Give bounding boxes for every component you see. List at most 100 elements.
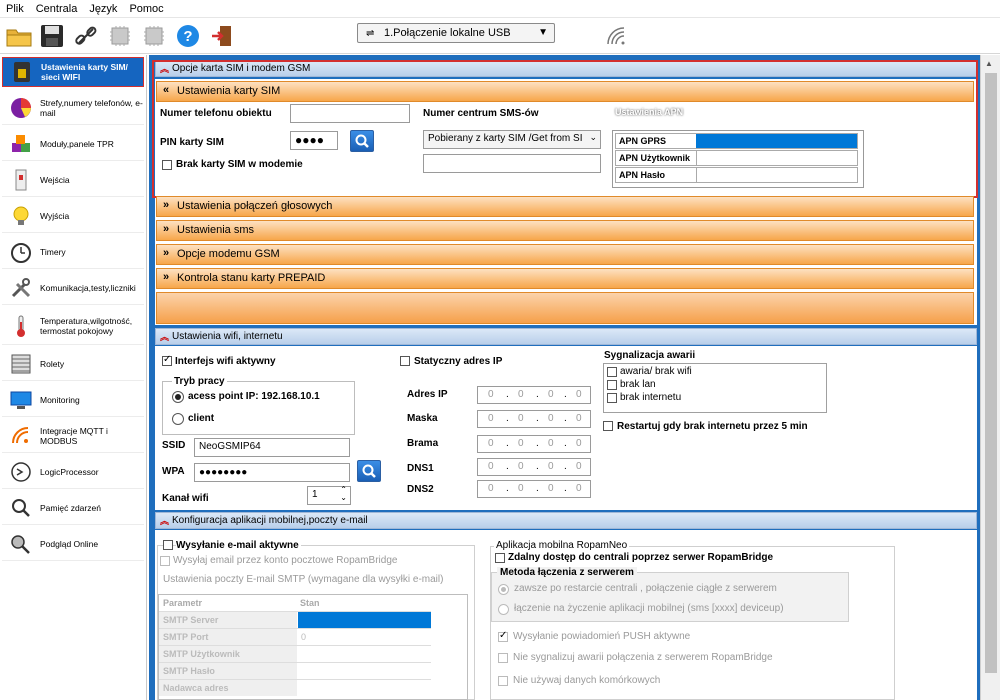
sms-center-select-value: Pobierany z karty SIM /Get from SI [428,133,583,144]
sidebar-item-integrations[interactable]: Integracje MQTT i MODBUS [2,419,144,453]
gsm-modem-bar[interactable]: » Opcje modemu GSM [156,244,974,265]
sidebar-item-temperature[interactable]: Temperatura,wilgotność, termostat pokojo… [2,307,144,345]
dns1-label: DNS1 [407,463,434,474]
static-ip-label: Statyczny adres IP [414,356,503,367]
link-icon[interactable] [72,22,100,50]
wpa-input[interactable]: ●●●●●●●● [194,463,350,482]
sidebar-item-outputs[interactable]: Wyjścia [2,199,144,233]
save-icon[interactable] [38,22,66,50]
dns1-input[interactable]: 0.0.0.0 [477,458,591,476]
menu-bar: Plik Centrala Język Pomoc [0,0,1000,18]
channel-stepper[interactable]: 1 ⌃ ⌄ [307,486,351,505]
smtp-sender-label: Nadawca adres [159,680,297,696]
menu-help[interactable]: Pomoc [123,0,169,15]
no-fault-label: Nie sygnalizuj awarii połączenia z serwe… [513,652,773,663]
static-ip-checkbox[interactable] [400,356,410,366]
menu-language[interactable]: Język [83,0,123,15]
chevron-expand-icon: » [163,247,170,259]
remote-access-checkbox[interactable] [495,553,505,563]
smtp-server-input[interactable] [298,612,431,628]
mode-client-radio[interactable] [172,413,184,425]
no-sim-checkbox[interactable] [162,160,172,170]
sidebar-item-sim-wifi[interactable]: Ustawienia karty SIM/ sieci WIFI [2,57,144,87]
open-folder-icon[interactable] [5,22,33,50]
sidebar-item-blinds[interactable]: Rolety [2,347,144,381]
pin-input[interactable]: ●●●● [290,131,338,150]
sidebar-item-online-view[interactable]: Podgląd Online [2,527,144,561]
apn-divider [696,168,697,182]
fault-lan-checkbox[interactable] [607,380,617,390]
scrollbar-thumb[interactable] [985,73,997,673]
sidebar-item-logic[interactable]: LogicProcessor [2,455,144,489]
mask-label: Maska [407,413,438,424]
dns2-label: DNS2 [407,484,434,495]
sim-settings-bar[interactable]: « Ustawienia karty SIM [156,81,974,102]
email-active-checkbox[interactable] [163,540,173,550]
apn-divider [696,151,697,165]
method-ondemand-radio [498,604,509,615]
sms-settings-bar[interactable]: » Ustawienia sms [156,220,974,241]
channel-value: 1 [312,489,318,500]
mobile-section-header[interactable]: ︽ Konfiguracja aplikacji mobilnej,poczty… [155,512,977,529]
ip-address-input[interactable]: 0.0.0.0 [477,386,591,404]
fault-wifi-checkbox[interactable] [607,367,617,377]
method-always-label: zawsze po restarcie centrali , połączeni… [514,583,777,594]
sidebar-item-label: Timery [40,246,66,257]
chip-write-icon [140,22,168,50]
fault-internet-checkbox[interactable] [607,393,617,403]
pin-search-button[interactable] [350,130,374,152]
scrollbar[interactable]: ▲ [980,55,1000,700]
wifi-section-header[interactable]: ︽ Ustawienia wifi, internetu [155,328,977,345]
wifi-active-checkbox[interactable] [162,354,172,366]
smtp-port-input[interactable]: 0 [298,629,431,645]
wireless-signal-icon [605,26,627,49]
scroll-up-icon[interactable]: ▲ [985,59,993,68]
sidebar-item-timers[interactable]: Timery [2,235,144,269]
monitoring-icon [8,387,34,413]
mode-ap-radio[interactable] [172,391,184,403]
ssid-input[interactable]: NeoGSMIP64 [194,438,350,457]
sms-center-label: Numer centrum SMS-ów [423,108,539,119]
restart-checkbox[interactable] [603,421,613,431]
smtp-password-input[interactable] [298,663,431,679]
thermometer-icon [8,313,34,339]
sidebar-item-event-log[interactable]: Pamięć zdarzeń [2,491,144,525]
apn-table: APN GPRS APN Użytkownik APN Hasło [612,130,864,188]
mask-input[interactable]: 0.0.0.0 [477,410,591,428]
fault-internet-label: brak internetu [620,392,682,403]
sidebar-item-modules[interactable]: Moduły,panele TPR [2,127,144,161]
sidebar-item-monitoring[interactable]: Monitoring [2,383,144,417]
pie-chart-icon [8,95,34,121]
prepaid-bar[interactable]: » Kontrola stanu karty PREPAID [156,268,974,289]
smtp-header-state: Stan [300,598,320,608]
push-label: Wysyłanie powiadomień PUSH aktywne [513,631,691,642]
sms-center-select[interactable]: Pobierany z karty SIM /Get from SI ⌄ [423,130,601,149]
voice-settings-bar[interactable]: » Ustawienia połączeń głosowych [156,196,974,217]
smtp-user-input[interactable] [298,646,431,662]
dns2-input[interactable]: 0.0.0.0 [477,480,591,498]
connection-select[interactable]: ⇌ 1.Połączenie lokalne USB ▼ [357,23,555,43]
phone-input[interactable] [290,104,410,123]
chevron-down-icon: ▼ [538,27,548,38]
menu-panel[interactable]: Centrala [30,0,84,15]
sidebar-item-zones[interactable]: Strefy,numery telefonów, e-mail [2,91,144,125]
sidebar-item-inputs[interactable]: Wejścia [2,163,144,197]
sidebar-item-label: Monitoring [40,394,80,405]
mode-ap-label: acess point IP: 192.168.10.1 [188,391,320,402]
gateway-input[interactable]: 0.0.0.0 [477,435,591,453]
sidebar-item-label: Podgląd Online [40,538,99,549]
no-cellular-checkbox [498,676,508,686]
apn-gprs-input[interactable] [696,134,857,148]
menu-file[interactable]: Plik [0,0,30,15]
exit-icon[interactable] [208,22,236,50]
bar-title: Ustawienia karty SIM [177,85,281,97]
sms-center-input[interactable] [423,154,601,173]
sidebar-item-communication[interactable]: Komunikacja,testy,liczniki [2,271,144,305]
connection-select-value: 1.Połączenie lokalne USB [384,27,511,39]
help-icon[interactable]: ? [174,22,202,50]
method-title: Metoda łączenia z serwerem [497,567,637,578]
wpa-search-button[interactable] [357,460,381,482]
modules-icon [8,131,34,157]
smtp-sender-input[interactable] [298,680,431,696]
stepper-arrows-icon[interactable]: ⌃ ⌄ [340,486,347,502]
